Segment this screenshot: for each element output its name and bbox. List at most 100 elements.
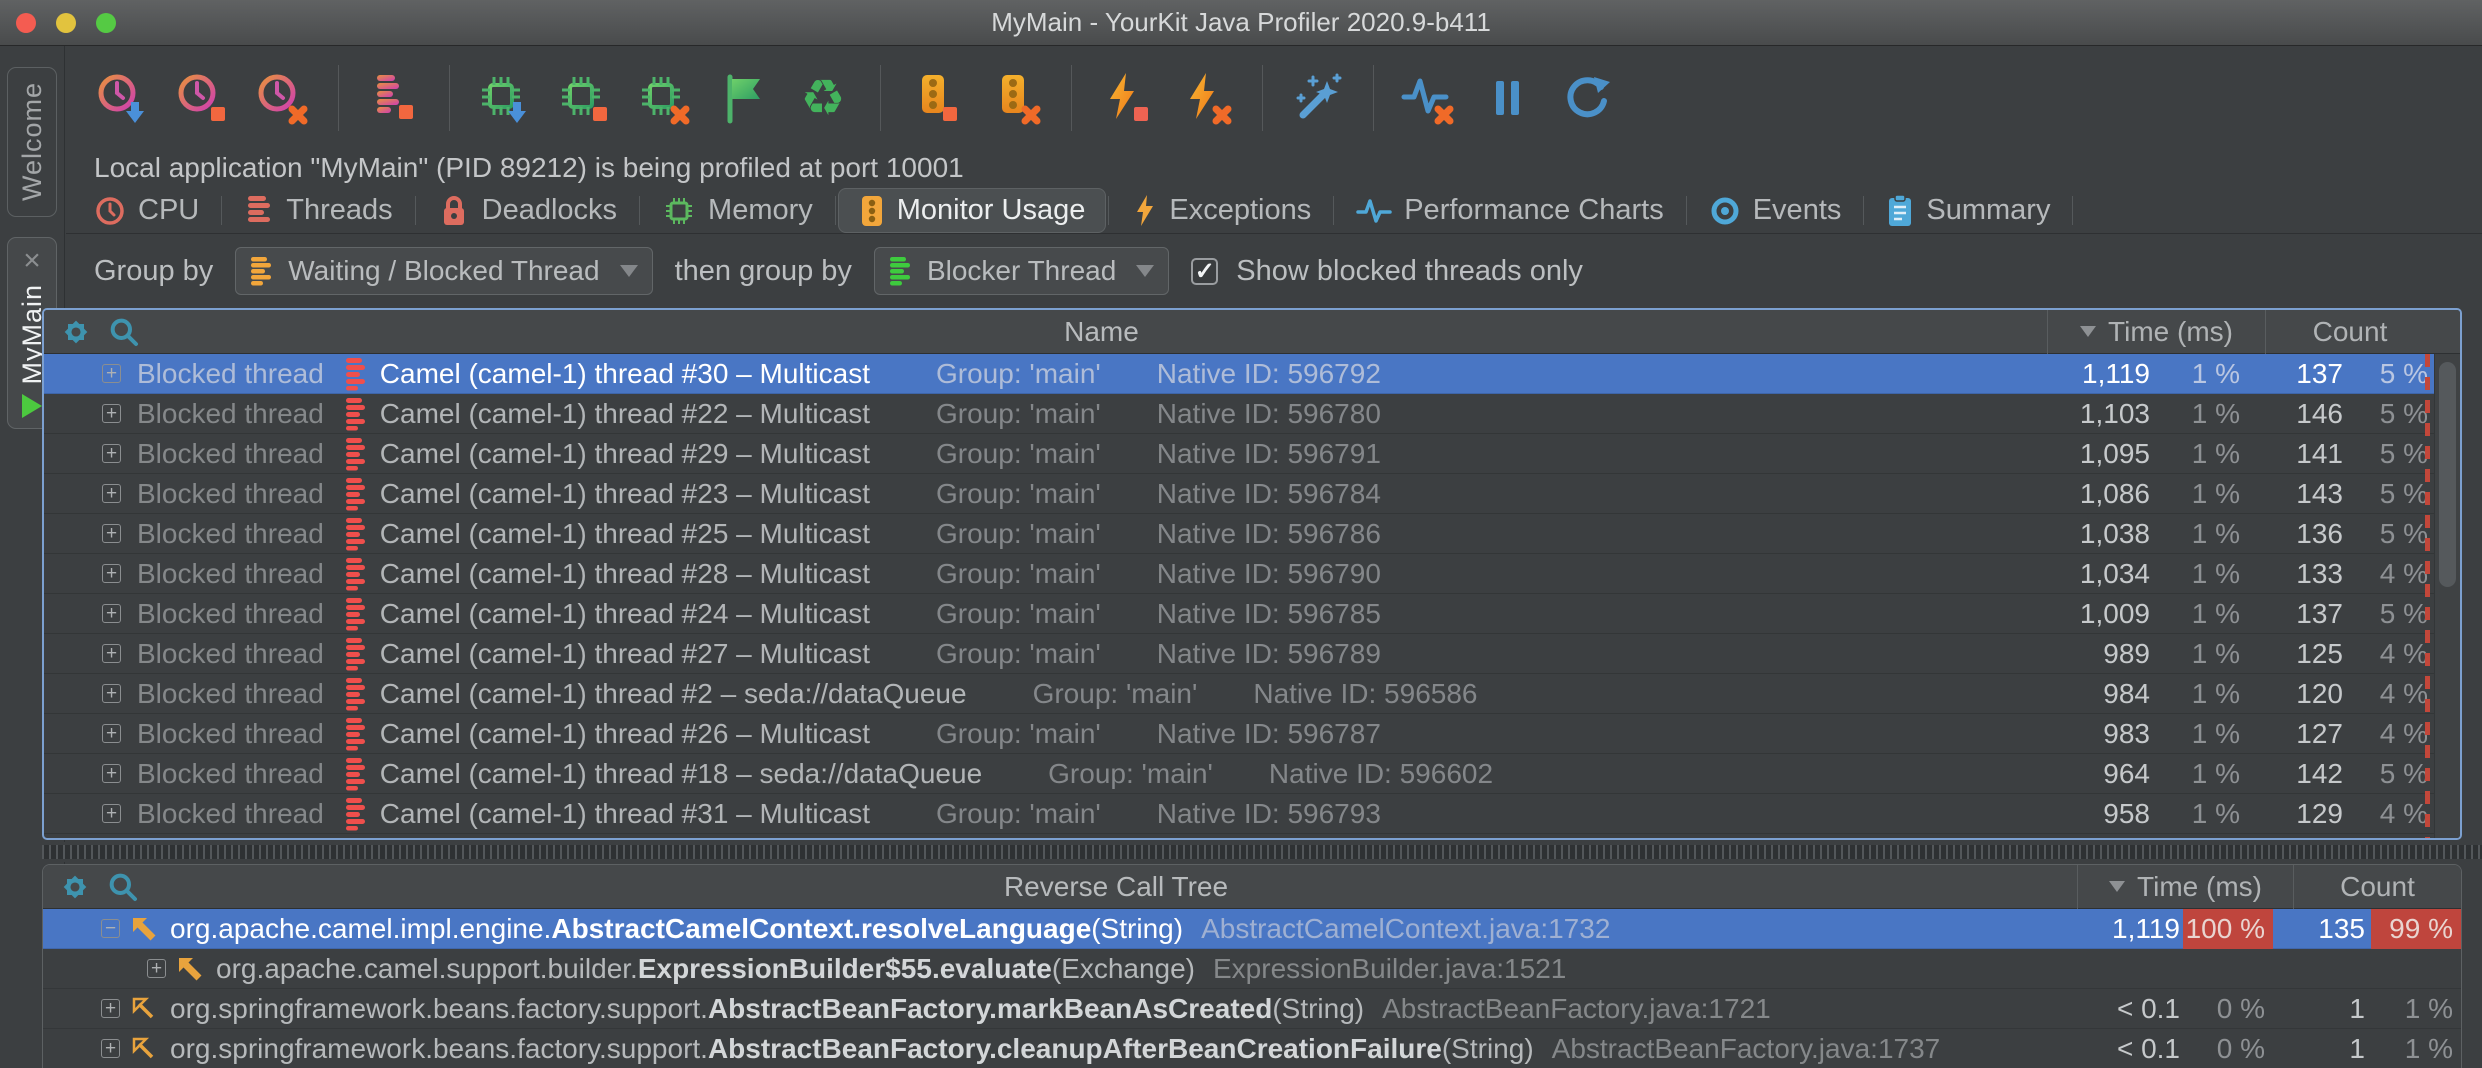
title-bar[interactable]: MyMain - YourKit Java Profiler 2020.9-b4… xyxy=(0,0,2482,46)
refresh-icon[interactable] xyxy=(1560,71,1614,125)
expand-icon[interactable] xyxy=(102,724,121,743)
monitor-profiling-clear-icon[interactable] xyxy=(987,71,1041,125)
thread-telemetry-stop-icon[interactable] xyxy=(365,71,419,125)
minimize-button[interactable] xyxy=(56,13,76,33)
table-row[interactable]: Blocked thread Camel (camel-1) thread #2… xyxy=(44,594,2434,634)
tab-summary[interactable]: Summary xyxy=(1866,188,2070,233)
force-gc-icon[interactable]: ♻ xyxy=(796,71,850,125)
thread-group: Group: 'main' xyxy=(936,358,1101,390)
search-icon[interactable] xyxy=(108,316,140,348)
monitor-profiling-stop-icon[interactable] xyxy=(907,71,961,125)
collapse-icon[interactable] xyxy=(101,919,120,938)
expand-icon[interactable] xyxy=(101,999,120,1018)
blocked-thread-icon xyxy=(342,757,368,791)
time-percent: 0 % xyxy=(2183,1029,2273,1068)
cpu-profiling-stop-icon[interactable] xyxy=(174,71,228,125)
zoom-button[interactable] xyxy=(96,13,116,33)
column-count[interactable]: Count xyxy=(2293,865,2461,909)
memory-profiling-stop-icon[interactable] xyxy=(556,71,610,125)
table-row[interactable]: Blocked thread Camel (camel-1) thread #2… xyxy=(44,474,2434,514)
group-by-value: Waiting / Blocked Thread xyxy=(288,255,599,287)
sidebar-tab-welcome[interactable]: Welcome xyxy=(7,67,57,217)
count-percent: 5 % xyxy=(2380,478,2428,510)
blocked-thread-icon xyxy=(342,357,368,391)
expand-icon[interactable] xyxy=(147,959,166,978)
tab-label: Performance Charts xyxy=(1404,194,1664,227)
table-row[interactable]: Blocked thread Camel (camel-1) thread #2… xyxy=(44,634,2434,674)
thread-group: Group: 'main' xyxy=(936,638,1101,670)
threads-icon xyxy=(244,194,274,228)
toolbar-separator xyxy=(449,65,450,131)
wand-icon[interactable] xyxy=(1289,71,1343,125)
scrollbar-thumb[interactable] xyxy=(2439,362,2456,587)
show-blocked-threads-checkbox[interactable]: ✓ xyxy=(1191,258,1218,285)
gear-icon[interactable] xyxy=(59,871,91,903)
tree-row[interactable]: org.springframework.beans.factory.suppor… xyxy=(43,1029,2461,1068)
expand-icon[interactable] xyxy=(101,1039,120,1058)
pause-icon[interactable] xyxy=(1480,71,1534,125)
close-icon[interactable]: × xyxy=(23,248,41,274)
column-name[interactable]: Name xyxy=(156,316,2047,348)
expand-icon[interactable] xyxy=(102,524,121,543)
exception-profiling-stop-icon[interactable] xyxy=(1098,71,1152,125)
time-value: 983 xyxy=(2103,718,2150,750)
gear-icon[interactable] xyxy=(60,316,92,348)
thread-name: Camel (camel-1) thread #28 – Multicast xyxy=(380,558,870,590)
expand-icon[interactable] xyxy=(102,364,121,383)
tab-label: Monitor Usage xyxy=(897,194,1086,227)
cpu-profiling-clear-icon[interactable] xyxy=(254,71,308,125)
exception-profiling-clear-icon[interactable] xyxy=(1178,71,1232,125)
tree-row[interactable]: org.apache.camel.impl.engine.AbstractCam… xyxy=(43,909,2461,949)
table-row[interactable]: Blocked thread Camel (camel-1) thread #2… xyxy=(44,514,2434,554)
column-count[interactable]: Count xyxy=(2265,310,2434,354)
row-kind-label: Blocked thread xyxy=(137,798,324,830)
column-time[interactable]: Time (ms) xyxy=(2047,310,2265,354)
panel-splitter[interactable] xyxy=(42,842,2482,862)
tab-performance-charts[interactable]: Performance Charts xyxy=(1336,188,1684,233)
search-icon[interactable] xyxy=(107,871,139,903)
group-by-dropdown[interactable]: Waiting / Blocked Thread xyxy=(235,247,652,295)
table-row[interactable]: Blocked thread Camel (camel-1) thread #2… xyxy=(44,714,2434,754)
tab-deadlocks[interactable]: Deadlocks xyxy=(418,188,637,233)
source-location: AbstractBeanFactory.java:1721 xyxy=(1382,993,1771,1025)
table-row[interactable]: Blocked thread Camel (camel-1) thread #3… xyxy=(44,794,2434,834)
column-time[interactable]: Time (ms) xyxy=(2077,865,2293,909)
pulse-icon xyxy=(1356,195,1392,227)
tab-cpu[interactable]: CPU xyxy=(74,188,219,233)
expand-icon[interactable] xyxy=(102,684,121,703)
memory-profiling-start-icon[interactable] xyxy=(476,71,530,125)
tab-monitor-usage[interactable]: Monitor Usage xyxy=(838,188,1107,233)
telemetry-clear-icon[interactable] xyxy=(1400,71,1454,125)
close-button[interactable] xyxy=(16,13,36,33)
tab-exceptions[interactable]: Exceptions xyxy=(1111,188,1331,233)
time-value: 1,086 xyxy=(2080,478,2150,510)
table-row[interactable]: Blocked thread Camel (camel-1) thread #2… xyxy=(44,394,2434,434)
tree-row[interactable]: org.springframework.beans.factory.suppor… xyxy=(43,989,2461,1029)
vertical-scrollbar[interactable] xyxy=(2434,354,2460,838)
expand-icon[interactable] xyxy=(102,444,121,463)
table-row[interactable]: Blocked thread Camel (camel-1) thread #1… xyxy=(44,754,2434,794)
flag-icon[interactable] xyxy=(716,71,770,125)
expand-icon[interactable] xyxy=(102,764,121,783)
row-kind-label: Blocked thread xyxy=(137,598,324,630)
expand-icon[interactable] xyxy=(102,404,121,423)
tab-events[interactable]: Events xyxy=(1689,188,1862,233)
cpu-profiling-start-icon[interactable] xyxy=(94,71,148,125)
table-row[interactable]: Blocked thread Camel (camel-1) thread #3… xyxy=(44,354,2434,394)
expand-icon[interactable] xyxy=(102,564,121,583)
blocked-thread-icon xyxy=(342,597,368,631)
table-row[interactable]: Blocked thread Camel (camel-1) thread #2… xyxy=(44,554,2434,594)
table-row[interactable]: Blocked thread Camel (camel-1) thread #2… xyxy=(44,674,2434,714)
tree-row[interactable]: org.apache.camel.support.builder.Express… xyxy=(43,949,2461,989)
expand-icon[interactable] xyxy=(102,484,121,503)
then-group-by-dropdown[interactable]: Blocker Thread xyxy=(874,247,1169,295)
tab-separator xyxy=(1863,196,1864,225)
tab-threads[interactable]: Threads xyxy=(224,188,412,233)
expand-icon[interactable] xyxy=(102,644,121,663)
tab-memory[interactable]: Memory xyxy=(642,188,833,233)
tab-label: Deadlocks xyxy=(482,194,617,227)
memory-profiling-clear-icon[interactable] xyxy=(636,71,690,125)
expand-icon[interactable] xyxy=(102,604,121,623)
expand-icon[interactable] xyxy=(102,804,121,823)
table-row[interactable]: Blocked thread Camel (camel-1) thread #2… xyxy=(44,434,2434,474)
